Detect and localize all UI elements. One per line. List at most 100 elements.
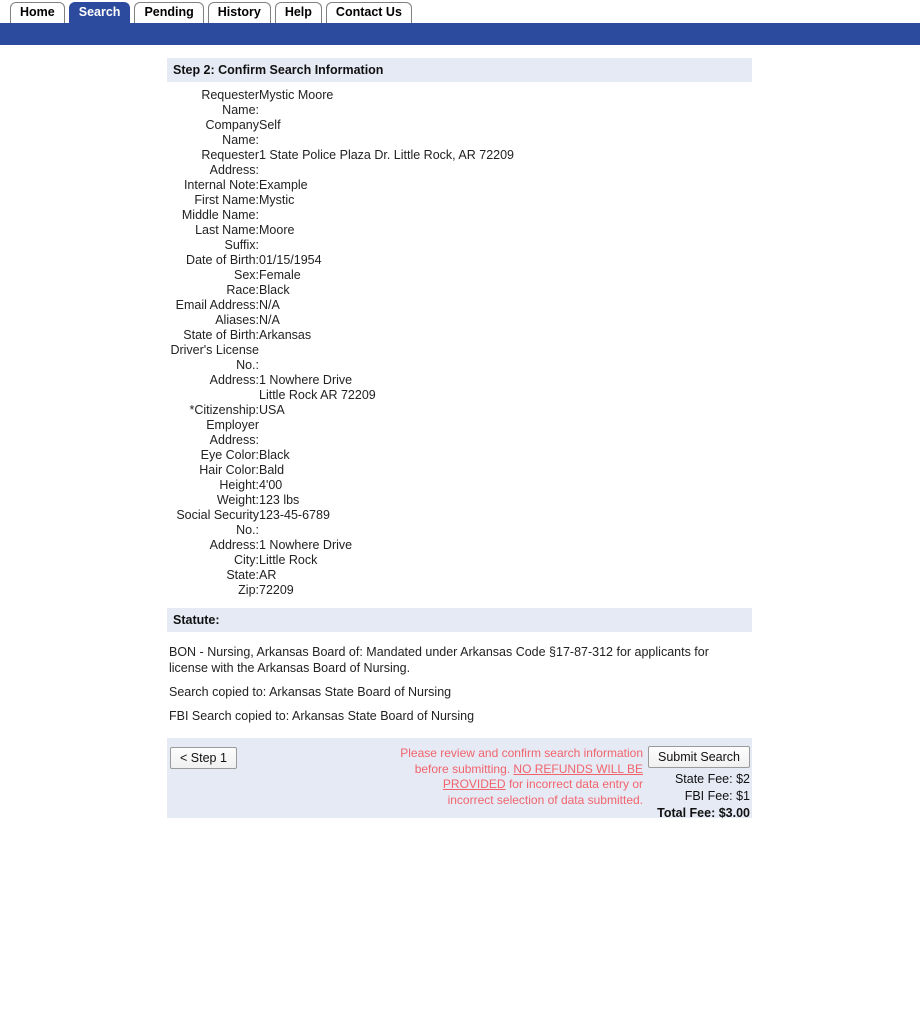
field-row: Hair Color: Bald xyxy=(167,463,752,478)
field-label: Last Name: xyxy=(195,223,259,237)
step-section-header: Step 2: Confirm Search Information xyxy=(167,58,752,82)
back-to-step-1-button[interactable]: < Step 1 xyxy=(170,747,237,769)
refund-warning-text: Please review and confirm search informa… xyxy=(395,746,643,808)
fee-summary: State Fee: $2 FBI Fee: $1 Total Fee: $3.… xyxy=(657,771,750,822)
field-value: USA xyxy=(259,403,285,417)
field-label: Requester Address: xyxy=(201,148,259,177)
main-content: Step 2: Confirm Search Information Reque… xyxy=(167,58,752,820)
tab-contact-us[interactable]: Contact Us xyxy=(325,2,412,23)
field-label: Driver's License No.: xyxy=(170,343,259,372)
field-row: Email Address: N/A xyxy=(167,298,752,313)
field-row: Aliases: N/A xyxy=(167,313,752,328)
field-row: Internal Note: Example xyxy=(167,178,752,193)
field-value: 1 State Police Plaza Dr. Little Rock, AR… xyxy=(259,148,514,162)
field-row: State: AR xyxy=(167,568,752,583)
field-value: 72209 xyxy=(259,583,294,597)
tab-help[interactable]: Help xyxy=(274,2,322,23)
field-label: Height: xyxy=(219,478,259,492)
field-value: 1 Nowhere Drive xyxy=(259,538,353,552)
field-row: Driver's License No.: xyxy=(167,343,752,373)
field-value: Example xyxy=(259,178,308,192)
fbi-fee: FBI Fee: $1 xyxy=(684,789,750,803)
field-row: Date of Birth: 01/15/1954 xyxy=(167,253,752,268)
field-row: *Citizenship: USA xyxy=(167,403,752,418)
tab-search[interactable]: Search xyxy=(68,2,131,23)
submit-search-button[interactable]: Submit Search xyxy=(648,746,750,768)
field-value: Arkansas xyxy=(259,328,312,342)
field-value: Mystic Moore xyxy=(259,88,334,102)
field-label: Company Name: xyxy=(205,118,260,147)
field-value: 123-45-6789 xyxy=(259,508,330,522)
field-label: Social Security No.: xyxy=(176,508,259,537)
action-bar: < Step 1 Please review and confirm searc… xyxy=(167,738,752,820)
field-label: Suffix: xyxy=(224,238,259,252)
statute-paragraph: FBI Search copied to: Arkansas State Boa… xyxy=(169,709,475,723)
field-label: *Citizenship: xyxy=(189,403,259,417)
field-label: City: xyxy=(234,553,259,567)
field-value: 1 Nowhere Drive Little Rock AR 72209 xyxy=(259,373,752,403)
field-row: Requester Name: Mystic Moore xyxy=(167,88,752,118)
field-value: AR xyxy=(259,568,277,582)
field-value: Black xyxy=(259,448,290,462)
field-value: N/A xyxy=(259,298,280,312)
field-label: Aliases: xyxy=(215,313,259,327)
field-label: Race: xyxy=(226,283,259,297)
field-value: Little Rock xyxy=(259,553,318,567)
field-value: 01/15/1954 xyxy=(259,253,322,267)
field-row: State of Birth: Arkansas xyxy=(167,328,752,343)
statute-body: BON - Nursing, Arkansas Board of: Mandat… xyxy=(167,632,752,726)
statute-section-header: Statute: xyxy=(167,608,752,632)
field-value: Bald xyxy=(259,463,285,477)
field-label: Eye Color: xyxy=(200,448,259,462)
field-value: Female xyxy=(259,268,301,282)
field-label: Zip: xyxy=(238,583,259,597)
statute-paragraph: BON - Nursing, Arkansas Board of: Mandat… xyxy=(169,645,709,675)
field-row: Race: Black xyxy=(167,283,752,298)
field-label: Requester Name: xyxy=(201,88,259,117)
total-fee: Total Fee: $3.00 xyxy=(657,806,750,820)
field-label: Address: xyxy=(209,538,259,552)
field-value: Self xyxy=(259,118,281,132)
field-value xyxy=(259,238,752,253)
field-value: Black xyxy=(259,283,290,297)
tab-pending[interactable]: Pending xyxy=(134,2,204,23)
field-label: Weight: xyxy=(216,493,259,507)
field-value: 4'00 xyxy=(259,478,283,492)
field-row: City: Little Rock xyxy=(167,553,752,568)
field-label: Internal Note: xyxy=(183,178,259,192)
field-value: 123 lbs xyxy=(259,493,300,507)
field-value: Moore xyxy=(259,223,295,237)
field-row: Sex: Female xyxy=(167,268,752,283)
field-row: Address: 1 Nowhere Drive xyxy=(167,538,752,553)
tab-home[interactable]: Home xyxy=(10,2,65,23)
field-row: First Name: Mystic xyxy=(167,193,752,208)
field-label: Sex: xyxy=(233,268,259,282)
field-row: Height: 4'00 xyxy=(167,478,752,493)
field-label: Employer Address: xyxy=(206,418,259,447)
field-row: Eye Color: Black xyxy=(167,448,752,463)
field-row: Requester Address: 1 State Police Plaza D… xyxy=(167,148,752,178)
field-row: Suffix: xyxy=(167,238,752,253)
field-value-line: Little Rock AR 72209 xyxy=(259,388,376,402)
field-label: First Name: xyxy=(194,193,259,207)
field-value: N/A xyxy=(259,313,280,327)
field-row: Zip: 72209 xyxy=(167,583,752,598)
field-label: Date of Birth: xyxy=(186,253,259,267)
tab-history[interactable]: History xyxy=(207,2,271,23)
field-label: Email Address: xyxy=(175,298,259,312)
header-blue-bar xyxy=(0,23,920,45)
field-value xyxy=(259,418,752,448)
field-label: State of Birth: xyxy=(183,328,259,342)
field-label: Middle Name: xyxy=(181,208,259,222)
main-tab-bar: Home Search Pending History Help Contact Us xyxy=(0,0,920,23)
field-row: Address: 1 Nowhere Drive Little Rock AR 72… xyxy=(167,373,752,403)
field-row: Company Name: Self xyxy=(167,118,752,148)
confirmation-field-table: Requester Name: Mystic Moore Company Name:… xyxy=(167,88,752,598)
field-row: Last Name: Moore xyxy=(167,223,752,238)
field-label: State: xyxy=(226,568,259,582)
field-row: Employer Address: xyxy=(167,418,752,448)
field-label: Hair Color: xyxy=(199,463,259,477)
field-value: Mystic xyxy=(259,193,295,207)
field-label: Address: xyxy=(209,373,259,387)
field-row: Social Security No.: 123-45-6789 xyxy=(167,508,752,538)
